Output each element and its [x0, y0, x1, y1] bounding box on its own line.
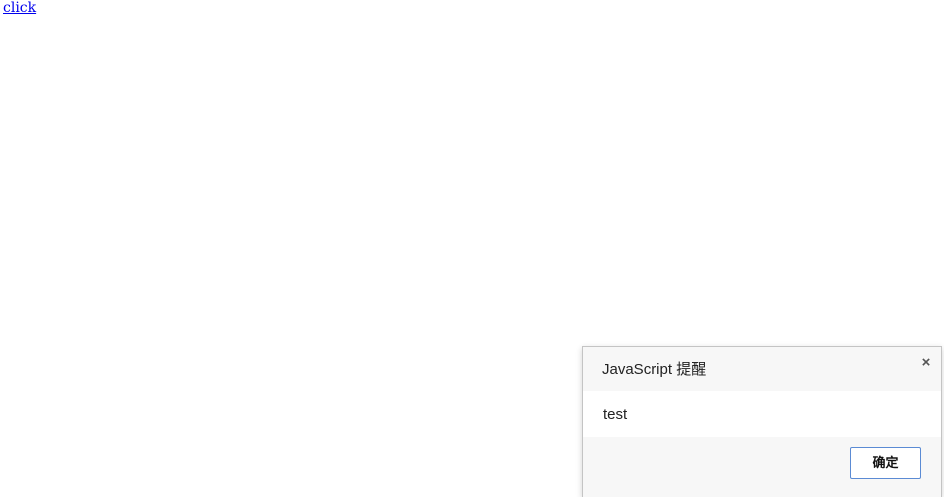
dialog-title: JavaScript 提醒: [602, 361, 707, 378]
javascript-alert-dialog: JavaScript 提醒 × test 确定: [582, 346, 942, 497]
dialog-body: test: [583, 391, 941, 437]
ok-button[interactable]: 确定: [850, 447, 921, 479]
dialog-footer: 确定: [583, 437, 941, 497]
click-link[interactable]: click: [3, 0, 36, 17]
dialog-message: test: [603, 406, 628, 423]
close-icon[interactable]: ×: [919, 355, 933, 371]
